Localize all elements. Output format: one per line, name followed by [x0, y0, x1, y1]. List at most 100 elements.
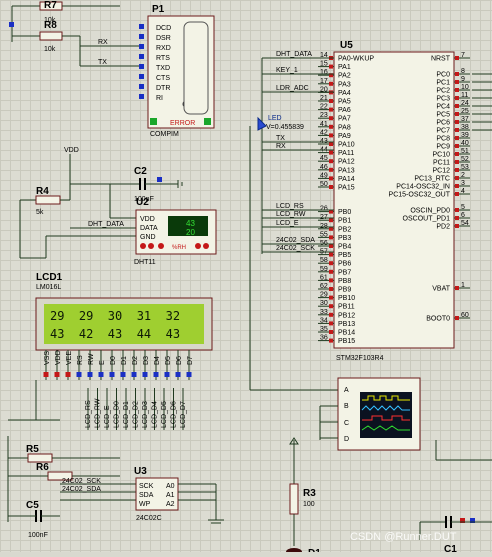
lcd-pin-label: E — [99, 360, 106, 365]
dht11-btn-5[interactable] — [203, 243, 209, 249]
u3-24c02c[interactable]: U3 SCK SDA WP A0 A1 A2 24C02C — [134, 466, 179, 522]
d1-led[interactable] — [286, 548, 302, 556]
lcd-pin-marker — [142, 372, 148, 377]
rx-net-label: RX — [98, 39, 108, 46]
u5-left-pin-label: PB10 — [338, 295, 355, 302]
u5-right-pin-num: 7 — [461, 52, 465, 59]
c5-capacitor[interactable]: C5 100nF — [8, 500, 60, 539]
u5-left-pin-label: PB1 — [338, 218, 351, 225]
schematic-canvas: R7 10k R8 10k RX TX P1 DCD DSR RXD RTS TXD CT… — [0, 0, 492, 557]
r5-resistor[interactable]: R5 — [26, 444, 53, 463]
u5-stm32[interactable]: U5 14 PA0-WKUP15 PA116 PA217 PA320 PA421 PA522… — [318, 40, 470, 362]
lcd-bus-wire: LCD_RS — [85, 388, 92, 430]
lcd-pin-label: D1 — [121, 356, 128, 365]
u3-pin-a1: A1 — [166, 492, 175, 499]
u5-right-pin-num: 60 — [461, 312, 469, 319]
scope-ch-a: A — [344, 387, 349, 394]
lcd-pin: D7 — [186, 350, 194, 380]
u5-right-pin-label: PC3 — [436, 96, 450, 103]
lcd-bus-wire: LCD_D6 — [171, 388, 178, 430]
lcd-bus-label: LCD_RS — [85, 400, 92, 428]
dht11-btn-3[interactable] — [158, 243, 164, 249]
p1-compim[interactable]: P1 DCD DSR RXD RTS TXD CTS DTR RI ERROR COMPIM — [139, 4, 215, 138]
c5-value: 100nF — [28, 532, 48, 539]
u5-right-pin-num: 3 — [461, 180, 465, 187]
dht11-btn-4[interactable] — [195, 243, 201, 249]
u5-left-pin-marker — [329, 124, 333, 129]
lcd-pin-label: D5 — [165, 356, 172, 365]
lcd-bus-label: LCD_D2 — [133, 401, 140, 428]
u5-left-pin-marker — [329, 150, 333, 155]
u5-right-pin-marker — [455, 224, 459, 228]
u5-type: STM32F103R4 — [336, 355, 384, 362]
u5-right-pin-label: BOOT0 — [426, 316, 450, 323]
u5-left-pin-label: PB13 — [338, 321, 355, 328]
r3-resistor[interactable]: R3 100 — [289, 483, 316, 515]
u3-pin-a2: A2 — [166, 501, 175, 508]
lcd-bus-label: LCD_E — [104, 405, 111, 428]
p1-pin-marker — [139, 74, 144, 79]
u5-left-pin-marker — [329, 99, 333, 103]
u5-right-pin-label: PD2 — [436, 224, 450, 231]
lcd-pin-marker — [153, 372, 159, 377]
u5-right-pin-marker — [455, 56, 459, 60]
led-probe[interactable]: LED V=0.455839 — [257, 115, 304, 131]
u5-left-pin-label: PA11 — [338, 150, 354, 157]
lcd-pin: D3 — [142, 350, 150, 380]
lcd-pin-label: D2 — [132, 356, 139, 365]
u5-right-pin-marker — [455, 176, 459, 180]
c2-pin — [157, 177, 162, 182]
lcd-pin: VEE — [65, 350, 73, 380]
u5-left-pin-marker — [329, 244, 333, 248]
scope-ch-b: B — [344, 403, 349, 410]
lcd-pin: D0 — [109, 350, 117, 380]
u5-left-pin-label: PA13 — [338, 167, 355, 174]
led-probe-label: LED — [268, 115, 282, 122]
lcd-pin-marker — [76, 372, 82, 377]
u5-left-pin-label: PB4 — [338, 244, 351, 251]
u5-left-pin-label: PA15 — [338, 185, 355, 192]
r4-resistor[interactable]: R4 5k — [35, 186, 61, 216]
lcd-pin-label: VEE — [66, 351, 73, 365]
u5-right-pin-marker — [455, 104, 459, 108]
u5-left-pin-num: 46 — [320, 164, 328, 171]
r4-value: 5k — [36, 209, 44, 216]
key1-net: KEY_1 — [276, 67, 298, 74]
p1-error-label: ERROR — [170, 120, 195, 127]
u5-left-pin-label: PB8 — [338, 278, 351, 285]
oscilloscope[interactable]: A B C D — [337, 377, 421, 451]
u5-left-pin-marker — [329, 142, 333, 146]
u5-right-pin-label: PC7 — [436, 128, 450, 135]
lcd-pin: E — [98, 350, 106, 380]
u2-dht11[interactable]: U2 VDD DATA GND 43 20 %RH DHT11 — [134, 197, 217, 266]
schematic-svg: R7 10k R8 10k RX TX P1 DCDDSRRXDRTSTXDCT… — [7, 0, 492, 557]
lcd-pin-label: D6 — [176, 356, 183, 365]
r7-resistor[interactable]: R7 10k — [12, 0, 120, 24]
u5-right-pin-num: 24 — [461, 100, 469, 107]
u5-left-pin-label: PA3 — [338, 81, 351, 88]
p1-pin-marker — [139, 34, 144, 39]
dht11-btn-1[interactable] — [140, 243, 146, 249]
u5-right-pin-label: PC13_RTC — [414, 176, 450, 183]
dht11-hum: 20 — [186, 228, 195, 237]
p1-led-left — [150, 118, 157, 125]
u5-left-pin-marker — [329, 252, 333, 257]
u5-right-pin-label: OSCIN_PD0 — [410, 208, 450, 215]
c1-label: C1 — [444, 544, 457, 552]
u5-left-pin-num: 15 — [320, 61, 328, 68]
u5-left-pin-marker — [329, 295, 333, 300]
dht11-btn-2[interactable] — [148, 243, 154, 249]
lcd-bus-label: LCD_D0 — [114, 401, 121, 428]
u5-left-pin-label: PB7 — [338, 269, 351, 276]
p1-pin-label: CTS — [156, 75, 170, 82]
u5-right-pin-num: 40 — [461, 140, 469, 147]
u5-right-pin-marker — [455, 192, 459, 196]
p1-pin-marker — [139, 84, 144, 89]
u2-pin-data: DATA — [140, 225, 158, 232]
r8-resistor[interactable]: R8 10k — [12, 20, 80, 53]
lcd-pin-marker — [109, 372, 115, 377]
lcd-row-1: 29 29 30 31 32 — [50, 309, 180, 323]
u3-pin-a0: A0 — [166, 483, 175, 490]
u5-left-pin-marker — [329, 304, 333, 309]
lcd1-module[interactable]: 29 29 30 31 32 43 42 43 44 43 — [35, 297, 213, 351]
